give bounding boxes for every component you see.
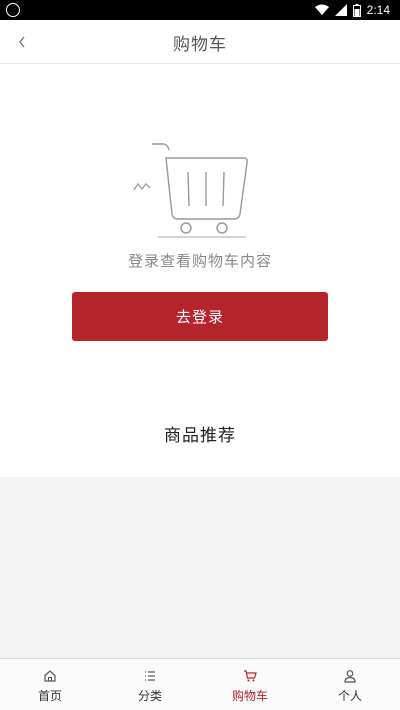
battery-icon (352, 3, 361, 17)
app-status-icon (6, 3, 20, 17)
tab-label: 分类 (137, 689, 162, 703)
empty-cart-illustration (133, 143, 248, 238)
page-title: 购物车 (173, 35, 227, 55)
empty-cart-message: 登录查看购物车内容 (127, 252, 272, 270)
tab-label: 首页 (37, 689, 62, 703)
tab-label: 购物车 (231, 689, 268, 703)
home-icon (44, 670, 56, 682)
tab-label: 个人 (337, 689, 362, 703)
tab-cart[interactable]: 购物车 (200, 659, 300, 710)
status-right-group: 2:14 (314, 2, 390, 18)
status-time: 2:14 (366, 3, 390, 17)
recommend-list-area (0, 477, 400, 658)
cart-icon (244, 670, 257, 682)
empty-cart-section: 登录查看购物车内容 去登录 商品推荐 (0, 64, 400, 477)
list-icon (145, 671, 155, 681)
tab-home[interactable]: 首页 (0, 659, 100, 710)
login-button[interactable]: 去登录 (72, 292, 328, 341)
nav-header: 购物车 (0, 20, 400, 64)
user-icon (344, 670, 356, 683)
status-bar: 2:14 (0, 0, 400, 20)
recommend-title: 商品推荐 (164, 426, 236, 446)
tab-profile[interactable]: 个人 (300, 659, 400, 710)
tab-category[interactable]: 分类 (100, 659, 200, 710)
bottom-tab-bar: 首页 分类 购物车 个人 (0, 658, 400, 710)
wifi-icon (314, 4, 329, 15)
cellular-signal-icon (334, 4, 347, 16)
